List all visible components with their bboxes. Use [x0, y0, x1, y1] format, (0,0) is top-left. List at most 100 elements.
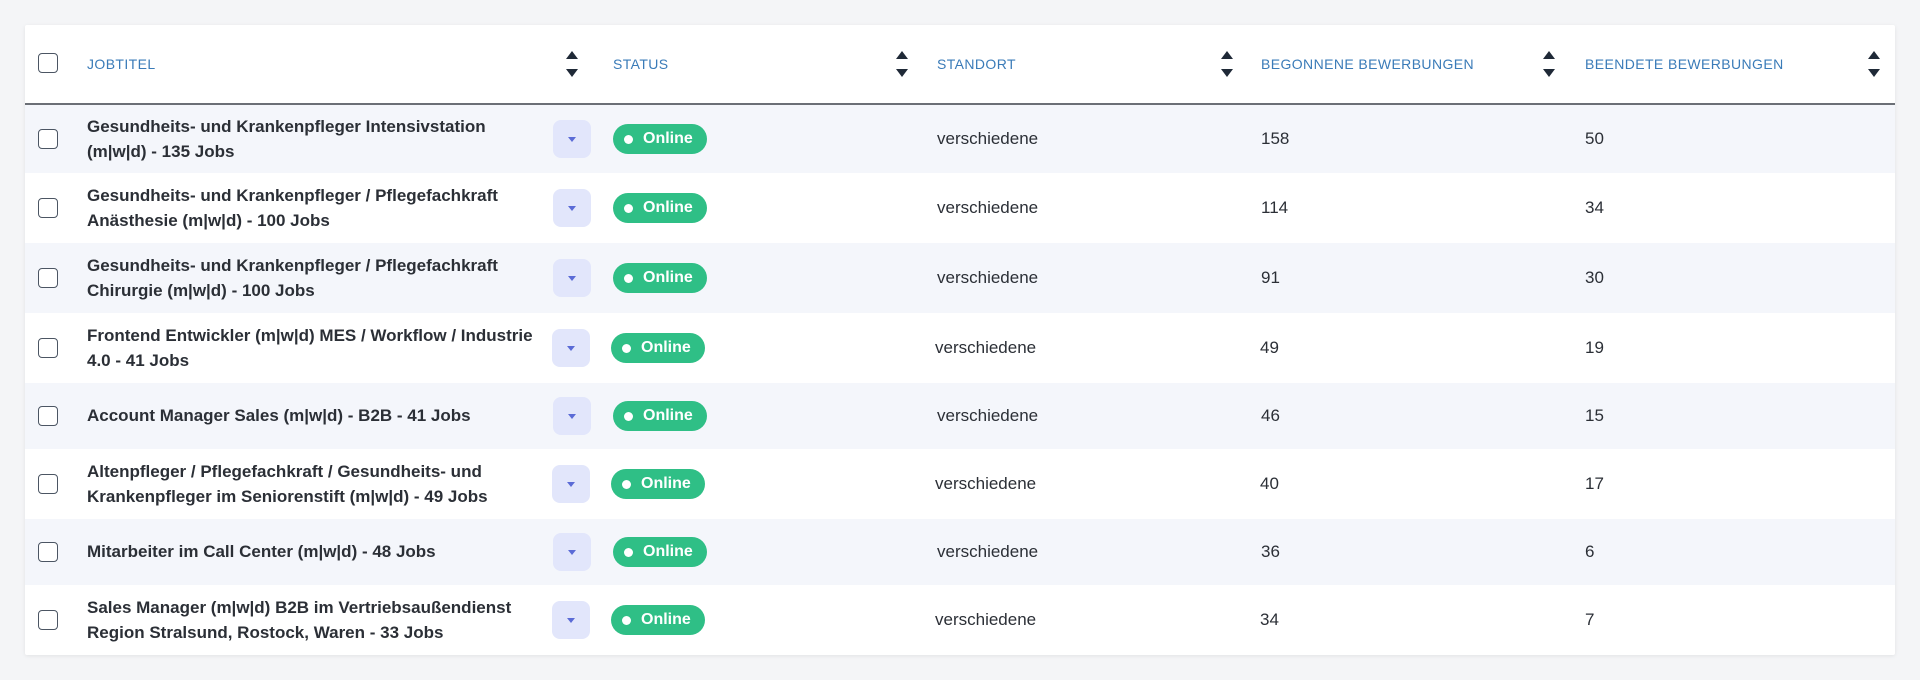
job-title[interactable]: Altenpfleger / Pflegefachkraft / Gesundh…: [87, 459, 537, 509]
job-title[interactable]: Gesundheits- und Krankenpfleger / Pflege…: [87, 253, 537, 303]
begonnene-value: 36: [1261, 542, 1280, 561]
status-label: Online: [643, 407, 693, 424]
table-row[interactable]: Gesundheits- und Krankenpfleger / Pflege…: [25, 243, 1895, 313]
status-badge: Online: [611, 333, 705, 363]
begonnene-value: 91: [1261, 268, 1280, 287]
status-badge: Online: [611, 469, 705, 499]
sort-standort-icon[interactable]: [1220, 49, 1234, 79]
status-dot-icon: [624, 203, 633, 213]
sort-beendete-icon[interactable]: [1867, 49, 1881, 79]
sort-begonnene-icon[interactable]: [1542, 49, 1556, 79]
status-label: Online: [643, 130, 693, 147]
status-label: Online: [641, 339, 691, 356]
header-beendete[interactable]: BEENDETE BEWERBUNGEN: [1585, 25, 1784, 103]
caret-down-icon: [567, 618, 575, 623]
caret-down-icon: [568, 550, 576, 555]
select-all-checkbox[interactable]: [38, 53, 58, 73]
row-checkbox[interactable]: [38, 610, 58, 630]
standort-value: verschiedene: [935, 474, 1037, 493]
status-label: Online: [643, 543, 693, 560]
sort-status-icon[interactable]: [895, 49, 909, 79]
row-dropdown-button[interactable]: [553, 533, 591, 571]
row-dropdown-button[interactable]: [553, 259, 591, 297]
header-status-label: STATUS: [613, 56, 669, 72]
standort-value: verschiedene: [937, 406, 1039, 425]
header-standort[interactable]: STANDORT: [937, 25, 1016, 103]
table-row[interactable]: Gesundheits- und Krankenpfleger / Pflege…: [25, 173, 1895, 243]
standort-value: verschiedene: [937, 542, 1039, 561]
status-label: Online: [643, 199, 693, 216]
row-checkbox[interactable]: [38, 474, 58, 494]
standort-value: verschiedene: [937, 198, 1039, 217]
header-status[interactable]: STATUS: [613, 25, 669, 103]
table-row[interactable]: Frontend Entwickler (m|w|d) MES / Workfl…: [25, 313, 1895, 383]
table-header: JOBTITEL STATUS STANDORT BEGONNENE BEWER…: [25, 25, 1895, 105]
begonnene-value: 158: [1261, 129, 1290, 148]
status-label: Online: [641, 475, 691, 492]
table-row[interactable]: Sales Manager (m|w|d) B2B im Vertriebsau…: [25, 585, 1895, 655]
header-standort-label: STANDORT: [937, 56, 1016, 72]
status-dot-icon: [622, 343, 631, 353]
status-badge: Online: [611, 605, 705, 635]
beendete-value: 15: [1585, 406, 1604, 425]
standort-value: verschiedene: [937, 129, 1039, 148]
status-badge: Online: [613, 263, 707, 293]
row-dropdown-button[interactable]: [552, 329, 590, 367]
row-checkbox[interactable]: [38, 406, 58, 426]
header-jobtitel-label: JOBTITEL: [87, 56, 156, 72]
begonnene-value: 40: [1260, 474, 1279, 493]
caret-down-icon: [567, 482, 575, 487]
row-dropdown-button[interactable]: [552, 601, 590, 639]
row-checkbox[interactable]: [38, 268, 58, 288]
status-label: Online: [643, 269, 693, 286]
begonnene-value: 34: [1260, 610, 1279, 629]
beendete-value: 50: [1585, 129, 1604, 148]
beendete-value: 19: [1585, 338, 1604, 357]
status-badge: Online: [613, 401, 707, 431]
standort-value: verschiedene: [937, 268, 1039, 287]
job-title[interactable]: Sales Manager (m|w|d) B2B im Vertriebsau…: [87, 595, 537, 645]
status-badge: Online: [613, 537, 707, 567]
job-title[interactable]: Account Manager Sales (m|w|d) - B2B - 41…: [87, 403, 537, 428]
header-jobtitel[interactable]: JOBTITEL: [87, 25, 156, 103]
status-dot-icon: [624, 547, 633, 557]
job-title[interactable]: Frontend Entwickler (m|w|d) MES / Workfl…: [87, 323, 537, 373]
beendete-value: 7: [1585, 610, 1595, 629]
job-table-card: JOBTITEL STATUS STANDORT BEGONNENE BEWER…: [25, 25, 1895, 655]
job-title[interactable]: Gesundheits- und Krankenpfleger Intensiv…: [87, 114, 537, 164]
row-checkbox[interactable]: [38, 338, 58, 358]
header-beendete-label: BEENDETE BEWERBUNGEN: [1585, 56, 1784, 72]
standort-value: verschiedene: [935, 338, 1037, 357]
caret-down-icon: [568, 206, 576, 211]
beendete-value: 17: [1585, 474, 1604, 493]
row-dropdown-button[interactable]: [552, 465, 590, 503]
status-dot-icon: [624, 273, 633, 283]
header-begonnene[interactable]: BEGONNENE BEWERBUNGEN: [1261, 25, 1474, 103]
row-dropdown-button[interactable]: [553, 189, 591, 227]
beendete-value: 34: [1585, 198, 1604, 217]
sort-jobtitel-icon[interactable]: [565, 49, 579, 79]
row-checkbox[interactable]: [38, 129, 58, 149]
standort-value: verschiedene: [935, 610, 1037, 629]
status-dot-icon: [624, 134, 633, 144]
caret-down-icon: [567, 346, 575, 351]
job-title[interactable]: Mitarbeiter im Call Center (m|w|d) - 48 …: [87, 539, 537, 564]
table-row[interactable]: Altenpfleger / Pflegefachkraft / Gesundh…: [25, 449, 1895, 519]
row-checkbox[interactable]: [38, 198, 58, 218]
row-dropdown-button[interactable]: [553, 397, 591, 435]
table-row[interactable]: Mitarbeiter im Call Center (m|w|d) - 48 …: [25, 519, 1895, 585]
beendete-value: 30: [1585, 268, 1604, 287]
table-row[interactable]: Gesundheits- und Krankenpfleger Intensiv…: [25, 105, 1895, 173]
header-begonnene-label: BEGONNENE BEWERBUNGEN: [1261, 56, 1474, 72]
status-dot-icon: [624, 411, 633, 421]
status-dot-icon: [622, 615, 631, 625]
caret-down-icon: [568, 414, 576, 419]
caret-down-icon: [568, 276, 576, 281]
job-title[interactable]: Gesundheits- und Krankenpfleger / Pflege…: [87, 183, 537, 233]
row-checkbox[interactable]: [38, 542, 58, 562]
table-row[interactable]: Account Manager Sales (m|w|d) - B2B - 41…: [25, 383, 1895, 449]
status-badge: Online: [613, 124, 707, 154]
status-badge: Online: [613, 193, 707, 223]
row-dropdown-button[interactable]: [553, 120, 591, 158]
status-dot-icon: [622, 479, 631, 489]
